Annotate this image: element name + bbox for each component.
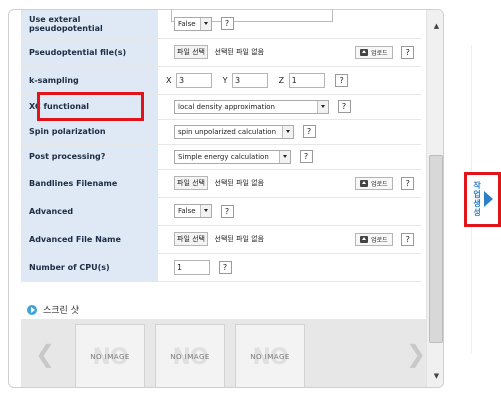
row-label: Spin polarization — [21, 119, 158, 145]
choose-file-button[interactable]: 파일 선택 — [174, 232, 208, 246]
upload-label: 업로드 — [371, 49, 388, 57]
help-button[interactable]: ? — [220, 204, 234, 218]
select-value: False — [178, 19, 196, 28]
gallery-next-button[interactable]: ❯ — [406, 340, 426, 368]
form-row-number-of-cpus: Number of CPU(s) 1 ? — [21, 253, 421, 282]
screenshot-title-text: 스크린 샷 — [43, 306, 79, 316]
upload-label: 업로드 — [371, 236, 388, 244]
arrow-right-icon — [484, 191, 493, 207]
form-row-post-processing: Post processing? Simple energy calculati… — [21, 144, 421, 170]
chevron-down-icon — [200, 205, 211, 217]
k-z-input[interactable]: 1 — [288, 72, 325, 88]
no-image-label: NO IMAGE — [250, 353, 290, 361]
select-value: False — [178, 207, 196, 215]
screenshot-gallery: ❮ NO NO IMAGE NO NO IMAGE NO NO IMAGE ❯ — [21, 319, 426, 387]
post-processing-select[interactable]: Simple energy calculation — [174, 149, 291, 164]
row-label: Use exteral pseudopotential — [21, 10, 158, 39]
help-button[interactable]: ? — [220, 17, 234, 31]
thumbnail[interactable]: NO NO IMAGE — [235, 324, 305, 387]
scrollbar-thumb[interactable] — [429, 155, 443, 343]
help-button[interactable]: ? — [299, 150, 313, 163]
no-image-label: NO IMAGE — [90, 353, 130, 361]
select-value: spin unpolarized calculation — [178, 127, 277, 136]
gallery-prev-button[interactable]: ❮ — [35, 340, 55, 368]
screenshot-section-title: 스크린 샷 — [27, 303, 79, 316]
choose-file-button[interactable]: 파일 선택 — [174, 45, 208, 59]
k-x-input[interactable]: 3 — [176, 72, 213, 88]
create-job-tab[interactable]: 작업생성 — [464, 172, 501, 227]
scroll-down-arrow-icon[interactable]: ▼ — [427, 368, 443, 384]
row-label: Advanced — [21, 197, 158, 226]
advanced-select[interactable]: False — [174, 204, 212, 218]
upload-icon — [360, 179, 369, 187]
cpu-count-input[interactable]: 1 — [174, 259, 210, 275]
upload-icon — [360, 235, 369, 243]
form-row-advanced: Advanced False ? — [21, 197, 421, 226]
x-label: X — [166, 75, 172, 85]
form-row-spin-polarization: Spin polarization spin unpolarized calcu… — [21, 119, 421, 145]
help-button[interactable]: ? — [401, 232, 415, 246]
row-label: Post processing? — [21, 144, 158, 170]
xc-functional-select[interactable]: local density approximation — [174, 99, 329, 114]
z-label: Z — [278, 75, 285, 85]
upload-button[interactable]: 업로드 — [355, 45, 393, 59]
thumbnail[interactable]: NO NO IMAGE — [155, 324, 225, 387]
chevron-down-icon — [282, 125, 293, 138]
job-form-window: Use exteral pseudopotential False ? Pseu… — [8, 9, 444, 388]
y-label: Y — [222, 75, 228, 85]
row-label: Number of CPU(s) — [21, 253, 158, 282]
help-button[interactable]: ? — [337, 100, 351, 113]
parameter-form: Use exteral pseudopotential False ? Pseu… — [21, 10, 421, 282]
chevron-down-icon — [317, 100, 328, 113]
help-button[interactable]: ? — [218, 260, 232, 274]
row-label: Pseudoptential file(s) — [21, 38, 158, 67]
select-value: Simple energy calculation — [178, 152, 269, 161]
upload-button[interactable]: 업로드 — [355, 232, 393, 246]
chevron-down-icon — [279, 150, 290, 163]
chevron-down-icon — [200, 17, 211, 30]
select-value: local density approximation — [178, 102, 275, 111]
no-image-label: NO IMAGE — [170, 353, 210, 361]
choose-file-button[interactable]: 파일 선택 — [174, 176, 208, 190]
form-row-k-sampling: k-sampling X 3 Y 3 Z 1 ? — [21, 66, 421, 95]
help-button[interactable]: ? — [335, 73, 349, 87]
form-row-bandlines-filename: Bandlines Filename 파일 선택 선택된 파일 없음 업로드 ? — [21, 169, 421, 198]
external-pseudopotential-select[interactable]: False — [174, 16, 212, 31]
k-sampling-highlight — [37, 92, 144, 121]
play-circle-icon — [27, 304, 37, 315]
spin-polarization-select[interactable]: spin unpolarized calculation — [174, 124, 294, 139]
vertical-scrollbar[interactable]: ▲ ▼ — [426, 10, 443, 387]
row-label: Advanced File Name — [21, 225, 158, 254]
form-row-use-external-pseudopotential: Use exteral pseudopotential False ? — [21, 10, 421, 39]
thumbnail[interactable]: NO NO IMAGE — [75, 324, 145, 387]
file-status-text: 선택된 파일 없음 — [214, 48, 265, 56]
form-content: Use exteral pseudopotential False ? Pseu… — [21, 10, 426, 387]
help-button[interactable]: ? — [401, 176, 415, 190]
k-y-input[interactable]: 3 — [232, 72, 269, 88]
upload-button[interactable]: 업로드 — [355, 176, 393, 190]
form-row-pseudopotential-files: Pseudoptential file(s) 파일 선택 선택된 파일 없음 업… — [21, 38, 421, 67]
scroll-up-arrow-icon[interactable]: ▲ — [427, 18, 443, 34]
form-row-advanced-file-name: Advanced File Name 파일 선택 선택된 파일 없음 업로드 ? — [21, 225, 421, 254]
file-status-text: 선택된 파일 없음 — [214, 235, 265, 243]
upload-label: 업로드 — [371, 180, 388, 188]
create-job-label: 작업생성 — [473, 181, 481, 217]
upload-icon — [360, 48, 369, 56]
row-label: k-sampling — [21, 66, 158, 95]
help-button[interactable]: ? — [302, 125, 316, 138]
file-status-text: 선택된 파일 없음 — [214, 179, 265, 187]
row-label: Bandlines Filename — [21, 169, 158, 198]
help-button[interactable]: ? — [401, 45, 415, 59]
